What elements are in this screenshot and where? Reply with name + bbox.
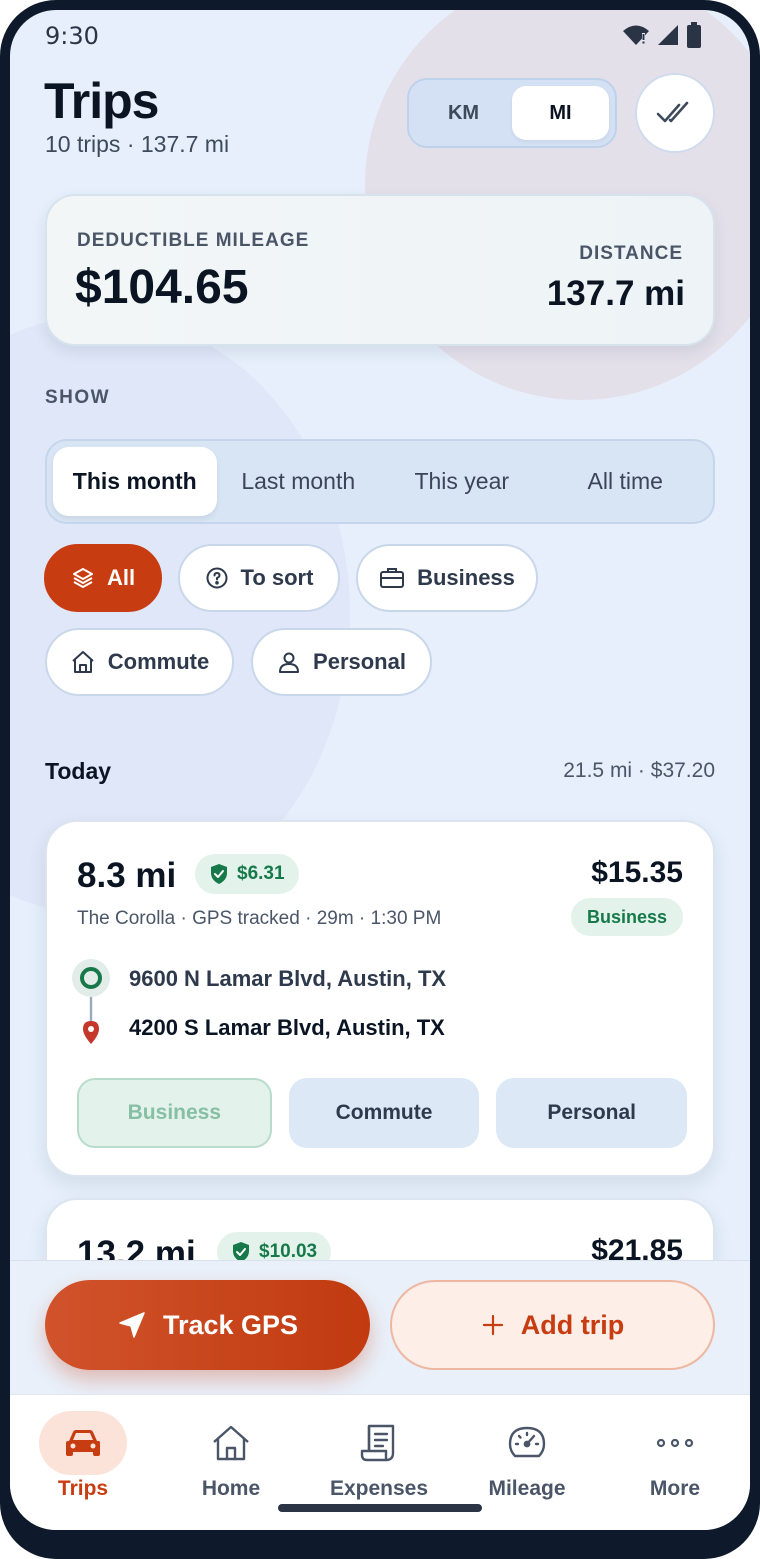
unit-toggle: KM MI [407,78,617,148]
filter-chip-label: Commute [107,649,210,674]
nav-icon-wrap [483,1411,571,1475]
add-trip-label: Add trip [520,1309,625,1340]
home-indicator[interactable] [278,1504,482,1512]
filter-chip-business[interactable]: Business [356,544,538,612]
receipt-icon [360,1424,395,1462]
nav-icon-wrap [335,1411,423,1475]
period-all-time[interactable]: All time [544,447,708,516]
speedometer-icon [508,1426,546,1458]
period-this-year[interactable]: This year [380,447,544,516]
trip-count-subtitle: 10 trips · 137.7 mi [45,131,230,157]
nav-item-mileage[interactable]: Mileage [472,1411,582,1511]
classify-commute-button[interactable]: Commute [288,1078,480,1148]
distance-value: 137.7 mi [546,274,685,313]
filter-chip-all[interactable]: All [44,544,162,612]
classify-personal-button[interactable]: Personal [496,1078,688,1148]
filter-chip-label: Business [417,565,515,590]
nav-item-label: Expenses [329,1477,429,1500]
trip-end-address: 4200 S Lamar Blvd, Austin, TX [129,1015,445,1040]
trip-group-label: Today [45,758,112,784]
trip-start-address: 9600 N Lamar Blvd, Austin, TX [129,966,447,991]
page-title: Trips [44,73,159,129]
nav-icon-wrap [187,1411,275,1475]
nav-item-home[interactable]: Home [176,1411,286,1511]
filter-chip-label: To sort [240,565,314,590]
status-time: 9:30 [45,22,99,50]
unit-option-km[interactable]: KM [415,86,512,140]
nav-item-label: Trips [57,1477,109,1500]
nav-item-expenses[interactable]: Expenses [324,1411,434,1511]
briefcase-icon [380,568,405,588]
add-trip-button[interactable]: Add trip [390,1280,715,1370]
shield-check-icon [211,864,227,884]
user-icon [279,652,300,673]
trip-miles: 8.3 mi [77,856,177,895]
nav-item-label: More [649,1477,701,1500]
battery-icon [687,22,701,48]
trip-value: $15.35 [591,856,683,889]
signal-icon [658,25,678,45]
nav-item-more[interactable]: More [620,1411,730,1511]
trip-category-badge: Business [570,898,683,936]
classify-buttons: Business Commute Personal [77,1078,688,1148]
status-icons [622,22,702,48]
status-bar: 9:30 [10,10,750,62]
nav-item-label: Mileage [488,1477,566,1500]
navigation-arrow-icon [119,1312,145,1338]
deductible-label: DEDUCTIBLE MILEAGE [77,230,310,251]
filter-chip-to-sort[interactable]: To sort [178,544,340,612]
nav-item-label: Home [201,1477,261,1500]
filter-chip-personal[interactable]: Personal [251,628,432,696]
home-icon [72,651,94,673]
home-icon [213,1425,249,1461]
distance-label: DISTANCE [579,243,683,264]
period-last-month[interactable]: Last month [217,447,381,516]
app-screen: 9:30 Trips 10 trips · 137.7 mi KM MI DED… [10,10,750,1530]
wifi-icon [623,25,649,45]
mileage-summary-card: DEDUCTIBLE MILEAGE $104.65 DISTANCE 137.… [45,194,715,346]
deductible-amount: $104.65 [75,261,249,314]
route-line-icon [72,959,110,1044]
help-circle-icon [206,567,228,589]
more-dots-icon [656,1438,694,1448]
filter-chip-commute[interactable]: Commute [45,628,234,696]
deduction-amount: $6.31 [237,863,285,884]
nav-icon-wrap [631,1411,719,1475]
layers-icon [72,568,93,588]
trip-meta: The Corolla · GPS tracked · 29m · 1:30 P… [77,908,442,929]
nav-item-trips[interactable]: Trips [28,1411,138,1511]
car-icon [66,1430,100,1456]
double-check-icon [656,101,689,123]
track-gps-label: Track GPS [162,1309,299,1340]
unit-option-mi[interactable]: MI [512,86,609,140]
period-this-month[interactable]: This month [53,447,217,516]
deduction-badge: $6.31 [195,854,299,894]
trip-route: 9600 N Lamar Blvd, Austin, TX 4200 S Lam… [72,958,497,1058]
trip-card[interactable]: 8.3 mi $6.31 $15.35 Business The Corolla… [45,820,715,1177]
plus-icon [482,1314,503,1336]
device-frame: 9:30 Trips 10 trips · 137.7 mi KM MI DED… [0,0,760,1559]
track-gps-button[interactable]: Track GPS [45,1280,370,1370]
filter-chip-label: Personal [313,649,406,674]
period-selector: This month Last month This year All time [45,439,715,524]
trip-group-total: 21.5 mi · $37.20 [563,759,715,782]
nav-icon-wrap [39,1411,127,1475]
classify-business-button[interactable]: Business [77,1078,272,1148]
filter-chip-label: All [106,565,136,590]
show-label: SHOW [45,387,111,408]
mark-all-reviewed-button[interactable] [635,73,715,153]
